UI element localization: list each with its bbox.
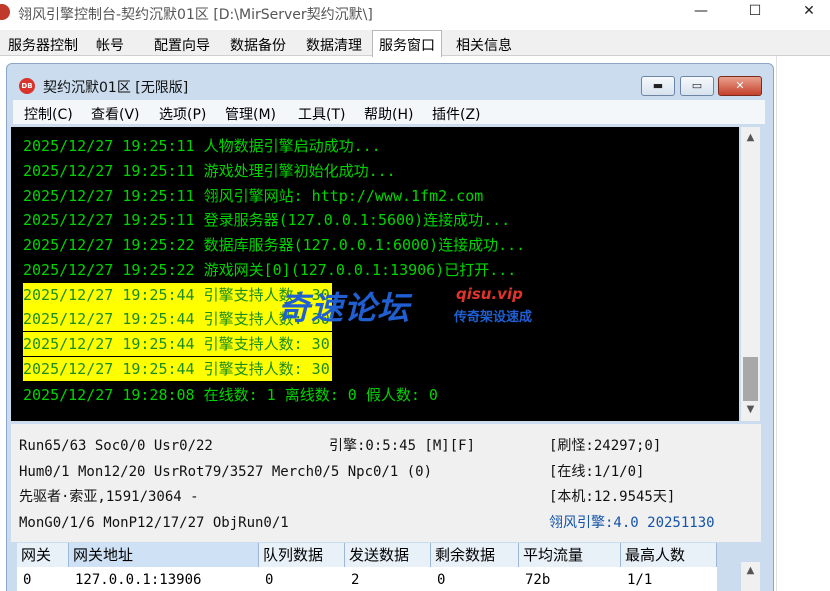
engine-version: 翎风引擎:4.0 20251130 bbox=[549, 515, 715, 531]
menu-view[interactable]: 查看(V) bbox=[91, 104, 140, 124]
status-panel: Run65/63 Soc0/0 Usr0/22 引擎:0:5:45 [M][F]… bbox=[11, 424, 761, 542]
log-line: 2025/12/27 19:25:22 游戏网关[0](127.0.0.1:13… bbox=[23, 261, 517, 279]
child-maximize-button[interactable]: ▭ bbox=[680, 76, 714, 96]
db-icon: DB bbox=[19, 78, 35, 94]
scroll-down-arrow-icon[interactable]: ▼ bbox=[741, 401, 760, 419]
log-line: 2025/12/27 19:25:11 登录服务器(127.0.0.1:5600… bbox=[23, 211, 511, 229]
watermark-logo: 奇速论坛 qisu.vip 传奇架设速成 bbox=[278, 283, 558, 327]
scroll-up-arrow-icon[interactable]: ▲ bbox=[741, 129, 760, 147]
child-minimize-button[interactable]: ▬ bbox=[641, 76, 675, 96]
gateway-table: 网关 网关地址 队列数据 发送数据 剩余数据 平均流量 最高人数 0 127.0… bbox=[17, 543, 717, 591]
window-title-bar: 翎风引擎控制台-契约沉默01区 [D:\MirServer契约沉默\] — ☐ … bbox=[0, 0, 830, 28]
watermark-sub-text: 传奇架设速成 bbox=[454, 310, 533, 325]
menu-tools[interactable]: 工具(T) bbox=[298, 104, 345, 124]
table-scroll-up-arrow-icon[interactable]: ▲ bbox=[741, 562, 760, 580]
log-line: 2025/12/27 19:25:11 人物数据引擎启动成功... bbox=[23, 137, 381, 155]
table-cell[interactable]: 72b bbox=[519, 569, 550, 591]
table-cell[interactable]: 0 bbox=[431, 569, 445, 591]
tab-config-wizard[interactable]: 配置向导 bbox=[148, 33, 216, 56]
table-cell[interactable]: 2 bbox=[345, 569, 359, 591]
watermark-site-text: qisu.vip bbox=[456, 285, 523, 303]
status-engine-uptime: 引擎:0:5:45 [M][F] bbox=[329, 438, 476, 454]
child-title-bar: DB 契约沉默01区 [无限版] ▬ ▭ ✕ bbox=[7, 64, 773, 96]
log-console[interactable]: 2025/12/27 19:25:11 人物数据引擎启动成功... 2025/1… bbox=[11, 127, 739, 421]
scroll-thumb[interactable] bbox=[743, 357, 758, 401]
column-header-max-users[interactable]: 最高人数 bbox=[621, 543, 717, 567]
column-header-gateway-address[interactable]: 网关地址 bbox=[69, 543, 259, 567]
column-header-remaining-data[interactable]: 剩余数据 bbox=[431, 543, 519, 567]
menu-options[interactable]: 选项(P) bbox=[159, 104, 206, 124]
tab-service-window[interactable]: 服务窗口 bbox=[372, 30, 442, 57]
table-scrollbar[interactable]: ▲ bbox=[741, 562, 760, 591]
column-header-queue-data[interactable]: 队列数据 bbox=[259, 543, 345, 567]
table-cell[interactable]: 0 bbox=[17, 569, 31, 591]
status-local-days: [本机:12.9545天] bbox=[549, 489, 676, 505]
status-online-count: [在线:1/1/0] bbox=[549, 464, 645, 480]
status-player-info: 先驱者·索亚,1591/3064 - bbox=[19, 489, 199, 505]
log-line-highlighted: 2025/12/27 19:25:44 引擎支持人数: 30 bbox=[23, 332, 332, 356]
watermark-main-text: 奇速论坛 bbox=[278, 289, 411, 327]
status-hum-stats: Hum0/1 Mon12/20 UsrRot79/3527 Merch0/5 N… bbox=[19, 464, 433, 480]
child-window-title: 契约沉默01区 [无限版] bbox=[43, 80, 189, 96]
app-icon bbox=[0, 4, 10, 20]
tab-data-cleanup[interactable]: 数据清理 bbox=[300, 33, 368, 56]
minimize-button[interactable]: — bbox=[678, 0, 724, 28]
table-cell[interactable]: 1/1 bbox=[621, 569, 652, 591]
log-scrollbar[interactable]: ▲ ▼ bbox=[741, 127, 760, 421]
log-line: 2025/12/27 19:25:11 游戏处理引擎初始化成功... bbox=[23, 162, 396, 180]
log-line-highlighted: 2025/12/27 19:25:44 引擎支持人数: 30 bbox=[23, 357, 332, 381]
status-mon-stats: MonG0/1/6 MonP12/17/27 ObjRun0/1 bbox=[19, 515, 289, 531]
log-line: 2025/12/27 19:25:22 数据库服务器(127.0.0.1:600… bbox=[23, 236, 526, 254]
desktop-background bbox=[776, 56, 830, 591]
child-menu-bar: 控制(C) 查看(V) 选项(P) 管理(M) 工具(T) 帮助(H) 插件(Z… bbox=[13, 100, 765, 124]
tab-server-control[interactable]: 服务器控制 bbox=[2, 33, 84, 56]
log-line: 2025/12/27 19:28:08 在线数: 1 离线数: 0 假人数: 0 bbox=[23, 386, 438, 404]
menu-manage[interactable]: 管理(M) bbox=[225, 104, 276, 124]
status-spawn-count: [刷怪:24297;0] bbox=[549, 438, 662, 454]
maximize-button[interactable]: ☐ bbox=[732, 0, 778, 28]
window-title: 翎风引擎控制台-契约沉默01区 [D:\MirServer契约沉默\] bbox=[18, 7, 373, 23]
tab-data-backup[interactable]: 数据备份 bbox=[224, 33, 292, 56]
main-tab-bar: 服务器控制 帐号 配置向导 数据备份 数据清理 服务窗口 相关信息 bbox=[0, 30, 830, 57]
tab-related-info[interactable]: 相关信息 bbox=[450, 33, 518, 56]
status-run-stats: Run65/63 Soc0/0 Usr0/22 bbox=[19, 438, 213, 454]
child-close-button[interactable]: ✕ bbox=[718, 76, 762, 96]
log-line: 2025/12/27 19:25:11 翎风引擎网站: http://www.1… bbox=[23, 187, 484, 205]
table-cell[interactable]: 0 bbox=[259, 569, 273, 591]
column-header-avg-traffic[interactable]: 平均流量 bbox=[519, 543, 621, 567]
close-button[interactable]: ✕ bbox=[786, 0, 830, 28]
menu-help[interactable]: 帮助(H) bbox=[364, 104, 413, 124]
menu-control[interactable]: 控制(C) bbox=[24, 104, 73, 124]
column-header-send-data[interactable]: 发送数据 bbox=[345, 543, 431, 567]
menu-plugins[interactable]: 插件(Z) bbox=[432, 104, 481, 124]
tab-account[interactable]: 帐号 bbox=[90, 33, 130, 56]
column-header-gateway[interactable]: 网关 bbox=[17, 543, 69, 567]
table-cell[interactable]: 127.0.0.1:13906 bbox=[69, 569, 201, 591]
